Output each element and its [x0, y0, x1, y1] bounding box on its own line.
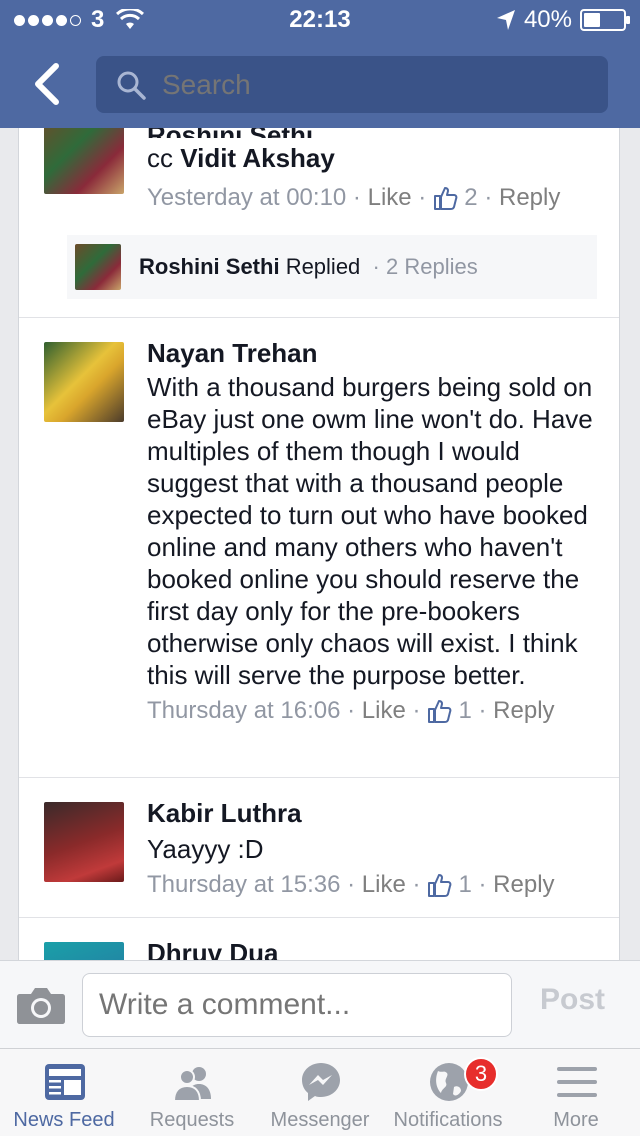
back-button[interactable] — [28, 62, 68, 106]
comment-author[interactable]: Nayan Trehan — [147, 338, 599, 369]
comment-text: cc Vidit Akshay — [147, 142, 599, 174]
messenger-icon — [302, 1063, 340, 1101]
nav-bar — [0, 40, 640, 128]
like-link[interactable]: Like — [368, 184, 412, 212]
camera-icon[interactable] — [16, 985, 66, 1025]
avatar[interactable] — [44, 128, 124, 194]
search-bar[interactable] — [96, 56, 608, 113]
requests-icon — [172, 1067, 211, 1102]
thumbs-up-icon — [428, 700, 452, 723]
status-bar: 3 22:13 40% — [0, 0, 640, 40]
tab-notifications[interactable]: 3 Notifications — [384, 1049, 512, 1136]
notification-badge: 3 — [464, 1057, 498, 1091]
like-count[interactable]: 1 — [458, 871, 471, 899]
tab-more[interactable]: More — [512, 1049, 640, 1136]
comment-item: Dhruv Dua — [19, 918, 619, 960]
reply-preview[interactable]: Roshini Sethi Replied · 2 Replies — [67, 235, 597, 299]
thumbs-up-icon — [428, 874, 452, 897]
comment-meta: Thursday at 15:36 · Like · 1 · Reply — [147, 871, 555, 899]
globe-icon — [430, 1063, 468, 1101]
reply-summary: Roshini Sethi Replied · 2 Replies — [139, 254, 478, 279]
search-input[interactable] — [162, 68, 582, 101]
news-feed-icon — [45, 1064, 85, 1100]
tab-label: Requests — [149, 1109, 235, 1131]
location-arrow-icon — [496, 10, 515, 30]
tagged-user[interactable]: Vidit Akshay — [180, 143, 335, 173]
like-link[interactable]: Like — [362, 871, 406, 899]
comment-composer: Post — [0, 960, 640, 1048]
reply-link[interactable]: Reply — [499, 184, 560, 212]
like-count[interactable]: 1 — [458, 697, 471, 725]
reply-author: Roshini Sethi — [139, 254, 280, 279]
tab-bar: News Feed Requests Messenger 3 Notificat… — [0, 1048, 640, 1136]
avatar[interactable] — [44, 942, 124, 960]
comment-author[interactable]: Roshini Sethi — [147, 128, 599, 138]
avatar[interactable] — [44, 802, 124, 882]
status-right: 40% — [496, 6, 630, 34]
comment-item: Kabir Luthra Yaayyy :D Thursday at 15:36… — [19, 778, 619, 918]
comment-author[interactable]: Dhruv Dua — [147, 938, 599, 960]
comment-time[interactable]: Thursday at 15:36 — [147, 871, 340, 899]
battery-percentage: 40% — [523, 6, 572, 33]
reply-link[interactable]: Reply — [493, 697, 554, 725]
comment-author[interactable]: Kabir Luthra — [147, 798, 599, 829]
thumbs-up-icon — [434, 187, 458, 210]
comment-text-prefix: cc — [147, 143, 181, 173]
comment-time[interactable]: Thursday at 16:06 — [147, 697, 340, 725]
comment-text: With a thousand burgers being sold on eB… — [147, 372, 593, 690]
top-header: 3 22:13 40% — [0, 0, 640, 128]
comments-list: Roshini Sethi cc Vidit Akshay Yesterday … — [18, 128, 620, 960]
reply-action: Replied — [285, 254, 361, 279]
tab-label: News Feed — [13, 1109, 115, 1131]
comment-text: Yaayyy :D — [147, 834, 264, 864]
avatar[interactable] — [44, 342, 124, 422]
tab-label: Notifications — [393, 1109, 503, 1131]
tab-news-feed[interactable]: News Feed — [0, 1049, 128, 1136]
comment-item: Roshini Sethi cc Vidit Akshay Yesterday … — [19, 128, 619, 318]
reply-count: 2 Replies — [385, 254, 478, 279]
like-count[interactable]: 2 — [464, 184, 477, 212]
comment-item: Nayan Trehan With a thousand burgers bei… — [19, 318, 619, 778]
reply-link[interactable]: Reply — [493, 871, 554, 899]
menu-icon — [557, 1067, 597, 1097]
tab-label: More — [553, 1109, 599, 1131]
tab-messenger[interactable]: Messenger — [256, 1049, 384, 1136]
comment-meta: Yesterday at 00:10 · Like · 2 · Reply — [147, 184, 561, 212]
comment-time[interactable]: Yesterday at 00:10 — [147, 184, 346, 212]
comment-input[interactable] — [82, 973, 512, 1037]
tab-requests[interactable]: Requests — [128, 1049, 256, 1136]
tab-label: Messenger — [270, 1109, 370, 1131]
search-icon — [117, 71, 146, 100]
comment-meta: Thursday at 16:06 · Like · 1 · Reply — [147, 697, 555, 725]
like-link[interactable]: Like — [362, 697, 406, 725]
battery-icon — [580, 9, 630, 31]
post-button[interactable]: Post — [540, 983, 605, 1017]
reply-avatar — [75, 244, 121, 290]
